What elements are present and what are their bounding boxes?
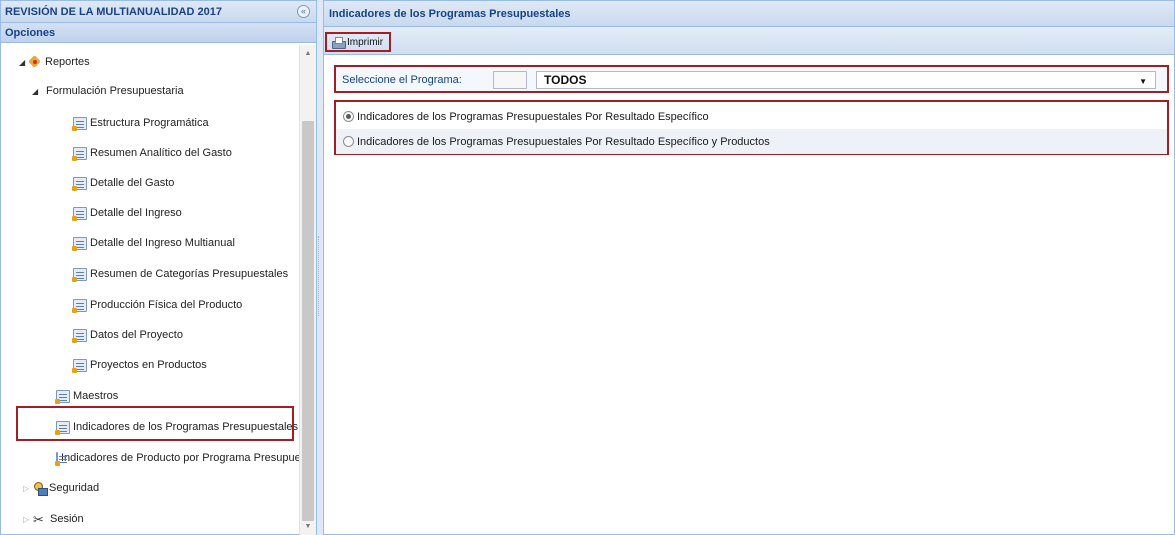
tree-item-label: Detalle del Ingreso Multianual — [90, 237, 235, 249]
report-type-label: Indicadores de los Programas Presupuesta… — [357, 135, 770, 148]
splitter-grip[interactable] — [318, 236, 321, 316]
tree-node-seguridad[interactable]: ▷ Seguridad — [1, 478, 299, 498]
report-document-icon — [72, 267, 87, 282]
tree-item-label: Maestros — [73, 390, 119, 402]
tree-item-detalle-ingreso[interactable]: Detalle del Ingreso — [1, 203, 299, 223]
session-tools-icon: ✂ — [33, 511, 44, 527]
tree-item-label: Estructura Programática — [90, 117, 209, 129]
options-header: Opciones — [1, 23, 316, 43]
collapsed-arrow-icon[interactable]: ▷ — [23, 484, 33, 493]
tree-node-label: Formulación Presupuestaria — [46, 85, 184, 97]
security-users-icon — [33, 481, 48, 496]
report-document-icon — [72, 206, 87, 221]
options-tree: ◢ Reportes ◢ Formulación Presupuestaria … — [1, 45, 299, 535]
program-selected-value: TODOS — [544, 73, 587, 87]
tree-item-resumen-analitico-gasto[interactable]: Resumen Analítico del Gasto — [1, 143, 299, 163]
report-document-icon — [72, 328, 87, 343]
tree-item-label: Detalle del Ingreso — [90, 207, 182, 219]
print-button-label: Imprimir — [347, 36, 384, 48]
tree-item-datos-proyecto[interactable]: Datos del Proyecto — [1, 325, 299, 345]
tree-item-label: Proyectos en Productos — [90, 359, 207, 371]
tree-scrollbar[interactable]: ▲ ▼ — [299, 45, 316, 535]
report-document-icon — [72, 298, 87, 313]
report-document-icon — [72, 236, 87, 251]
scrollbar-thumb[interactable] — [302, 121, 314, 521]
collapse-panel-icon[interactable]: « — [297, 5, 310, 18]
tree-item-resumen-categorias[interactable]: Resumen de Categorías Presupuestales — [1, 264, 299, 284]
program-code-input[interactable] — [493, 71, 527, 89]
tree-node-sesion[interactable]: ▷ ✂ Sesión — [1, 509, 299, 529]
page-title: Indicadores de los Programas Presupuesta… — [329, 7, 571, 20]
report-document-icon — [72, 116, 87, 131]
tree-node-reportes[interactable]: ◢ Reportes — [1, 52, 299, 72]
expanded-arrow-icon[interactable]: ◢ — [32, 87, 42, 96]
radio-unchecked[interactable] — [343, 136, 354, 147]
tree-item-label: Producción Física del Producto — [90, 299, 243, 311]
scroll-down-arrow-icon[interactable]: ▼ — [300, 520, 316, 533]
radio-checked[interactable] — [343, 111, 354, 122]
tree-item-estructura-programatica[interactable]: Estructura Programática — [1, 113, 299, 133]
tree-item-label: Resumen Analítico del Gasto — [90, 147, 232, 159]
tree-item-maestros[interactable]: Maestros — [1, 386, 299, 406]
left-panel-header: REVISIÓN DE LA MULTIANUALIDAD 2017 — [1, 1, 316, 23]
program-label: Seleccione el Programa: — [342, 74, 462, 86]
tree-node-label: Sesión — [50, 513, 84, 525]
tree-item-label: Indicadores de Producto por Programa Pre… — [61, 452, 299, 464]
tree-item-label: Detalle del Gasto — [90, 177, 175, 189]
print-button[interactable]: Imprimir — [325, 32, 391, 52]
tree-item-detalle-ingreso-multianual[interactable]: Detalle del Ingreso Multianual — [1, 233, 299, 253]
collapsed-arrow-icon[interactable]: ▷ — [23, 515, 33, 524]
dropdown-arrow-icon[interactable]: ▼ — [1139, 74, 1147, 90]
tree-item-produccion-fisica[interactable]: Producción Física del Producto — [1, 295, 299, 315]
main-content-panel: Indicadores de los Programas Presupuesta… — [323, 0, 1175, 535]
selected-item-highlight — [16, 406, 294, 441]
report-type-option[interactable]: Indicadores de los Programas Presupuesta… — [336, 129, 1167, 154]
tree-item-label: Resumen de Categorías Presupuestales — [90, 268, 289, 280]
report-type-group: Indicadores de los Programas Presupuesta… — [334, 100, 1169, 155]
report-document-icon — [72, 146, 87, 161]
printer-icon — [332, 36, 346, 49]
report-document-icon — [72, 358, 87, 373]
toolbar: Imprimir — [324, 27, 1174, 55]
tree-node-label: Seguridad — [49, 482, 100, 494]
scroll-up-arrow-icon[interactable]: ▲ — [300, 47, 316, 60]
report-document-icon — [55, 451, 67, 466]
expanded-arrow-icon[interactable]: ◢ — [19, 58, 29, 67]
content-header: Indicadores de los Programas Presupuesta… — [324, 1, 1174, 27]
report-document-icon — [55, 389, 70, 404]
left-navigation-panel: REVISIÓN DE LA MULTIANUALIDAD 2017 « Opc… — [0, 0, 317, 535]
tree-item-proyectos-productos[interactable]: Proyectos en Productos — [1, 355, 299, 375]
program-selector-group: Seleccione el Programa: TODOS ▼ — [334, 65, 1169, 93]
tree-node-label: Reportes — [45, 56, 90, 68]
tree-item-label: Datos del Proyecto — [90, 329, 183, 341]
options-label: Opciones — [5, 26, 56, 39]
reports-icon — [29, 56, 42, 68]
left-panel-title: REVISIÓN DE LA MULTIANUALIDAD 2017 — [5, 5, 222, 18]
report-type-option[interactable]: Indicadores de los Programas Presupuesta… — [336, 104, 1167, 129]
report-document-icon — [72, 176, 87, 191]
tree-item-indicadores-producto[interactable]: Indicadores de Producto por Programa Pre… — [1, 448, 299, 468]
tree-item-detalle-gasto[interactable]: Detalle del Gasto — [1, 173, 299, 193]
program-select[interactable]: TODOS ▼ — [536, 71, 1156, 89]
report-type-label: Indicadores de los Programas Presupuesta… — [357, 110, 709, 123]
tree-node-formulacion-presupuestaria[interactable]: ◢ Formulación Presupuestaria — [1, 81, 299, 101]
